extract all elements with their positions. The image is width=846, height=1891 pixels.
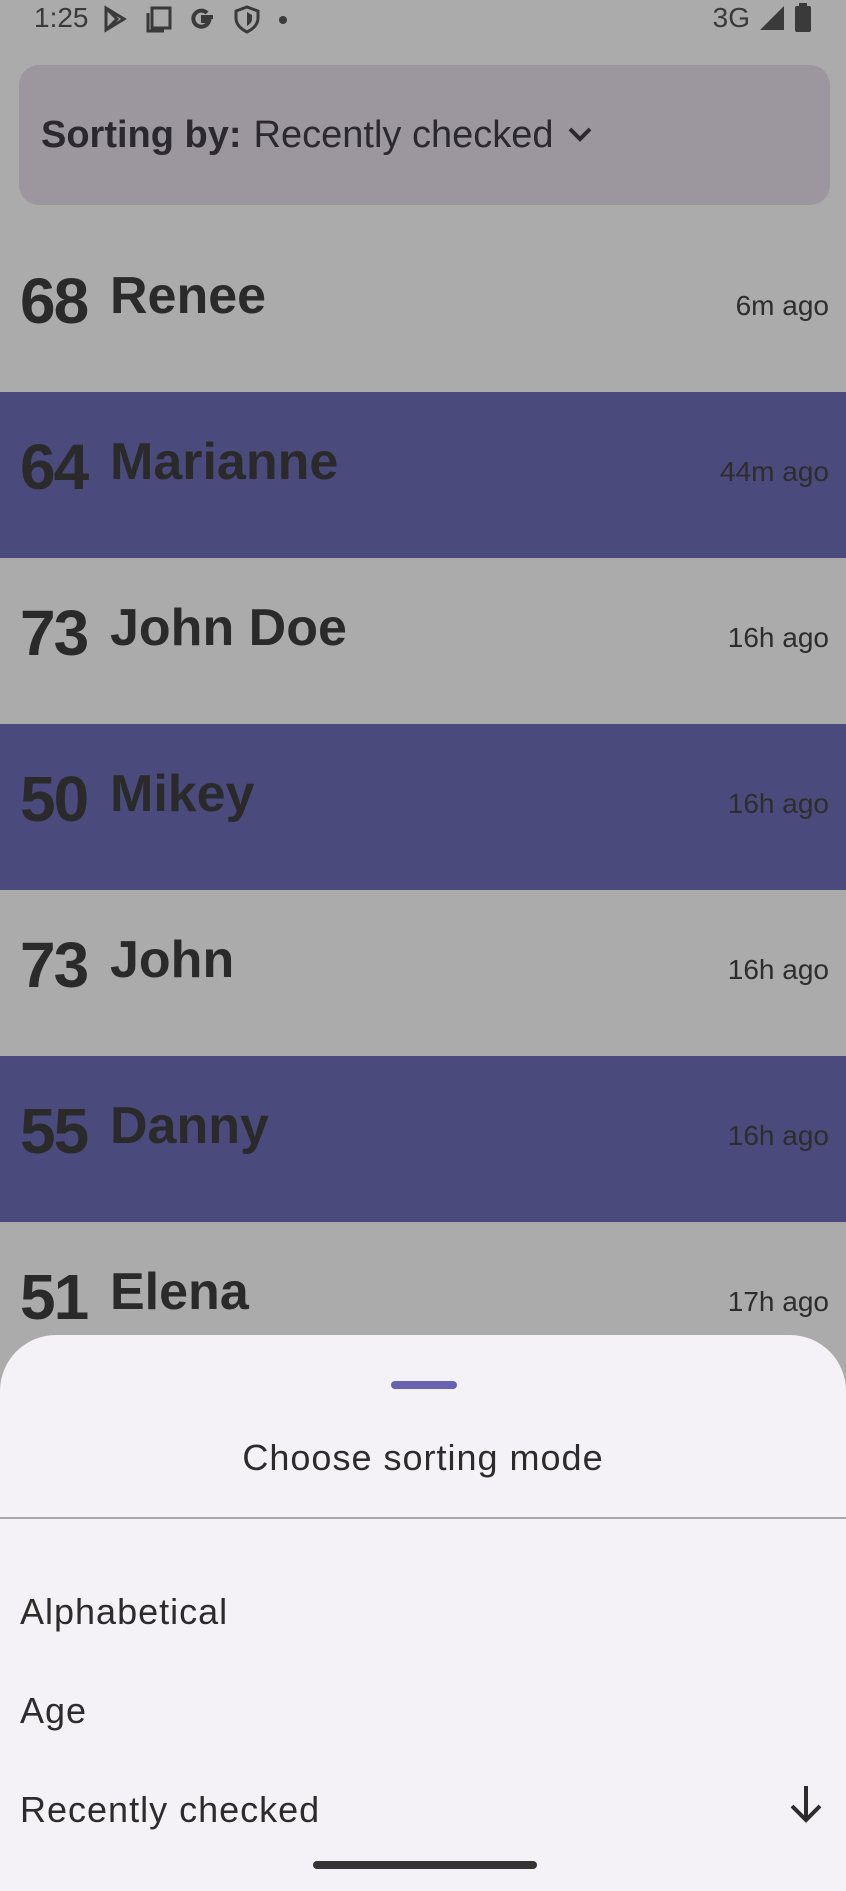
age-value: 55 bbox=[20, 1095, 89, 1167]
sort-value: Recently checked bbox=[253, 113, 554, 156]
sorting-bottom-sheet: Choose sorting mode Alphabetical Age Rec… bbox=[0, 1335, 846, 1891]
sheet-title: Choose sorting mode bbox=[242, 1437, 604, 1478]
drag-handle[interactable] bbox=[391, 1381, 457, 1389]
list-item[interactable]: 68 Renee 6m ago bbox=[0, 226, 846, 392]
age-value: 68 bbox=[20, 265, 89, 337]
age-value: 73 bbox=[20, 929, 89, 1001]
person-name: Renee bbox=[110, 267, 267, 325]
option-alphabetical[interactable]: Alphabetical bbox=[20, 1591, 228, 1633]
people-list: 68 Renee 6m ago 64 Marianne 44m ago 73 J… bbox=[0, 226, 846, 1388]
checked-time: 16h ago bbox=[727, 788, 829, 819]
checked-time: 16h ago bbox=[727, 1120, 829, 1151]
google-icon bbox=[191, 8, 213, 29]
signal-icon bbox=[760, 6, 784, 30]
status-bar: 1:25 3G bbox=[0, 0, 846, 40]
person-name: Mikey bbox=[110, 765, 255, 823]
status-left-icons bbox=[100, 4, 290, 34]
person-name: Danny bbox=[110, 1097, 269, 1155]
checked-time: 17h ago bbox=[727, 1286, 829, 1317]
sort-prefix: Sorting by: bbox=[41, 113, 242, 156]
option-recently-checked[interactable]: Recently checked bbox=[20, 1789, 320, 1831]
status-right: 3G bbox=[713, 2, 812, 34]
age-value: 51 bbox=[20, 1261, 89, 1333]
person-name: John bbox=[110, 931, 235, 989]
person-name: John Doe bbox=[110, 599, 347, 657]
person-name: Marianne bbox=[110, 433, 339, 491]
list-item[interactable]: 73 John 16h ago bbox=[0, 890, 846, 1056]
list-item[interactable]: 50 Mikey 16h ago bbox=[0, 724, 846, 890]
divider bbox=[0, 1517, 846, 1519]
list-item[interactable]: 64 Marianne 44m ago bbox=[0, 392, 846, 558]
option-age[interactable]: Age bbox=[20, 1690, 87, 1732]
list-item[interactable]: 55 Danny 16h ago bbox=[0, 1056, 846, 1222]
status-time: 1:25 bbox=[34, 2, 89, 33]
chevron-down-icon bbox=[569, 127, 592, 142]
checked-time: 16h ago bbox=[727, 954, 829, 985]
sort-mode-button[interactable]: Sorting by: Recently checked bbox=[19, 65, 830, 205]
arrow-down-icon[interactable] bbox=[786, 1782, 826, 1826]
checked-time: 44m ago bbox=[720, 456, 829, 487]
screen-icon bbox=[146, 6, 172, 33]
gesture-nav-bar[interactable] bbox=[313, 1861, 537, 1869]
shield-icon bbox=[234, 5, 260, 34]
age-value: 50 bbox=[20, 763, 89, 835]
play-store-icon bbox=[104, 5, 127, 33]
battery-icon bbox=[795, 3, 811, 32]
list-item[interactable]: 73 John Doe 16h ago bbox=[0, 558, 846, 724]
dot-icon bbox=[279, 16, 287, 24]
checked-time: 6m ago bbox=[735, 290, 829, 321]
network-label: 3G bbox=[712, 2, 750, 33]
age-value: 73 bbox=[20, 597, 89, 669]
person-name: Elena bbox=[110, 1263, 249, 1321]
checked-time: 16h ago bbox=[727, 622, 829, 653]
age-value: 64 bbox=[20, 431, 89, 503]
